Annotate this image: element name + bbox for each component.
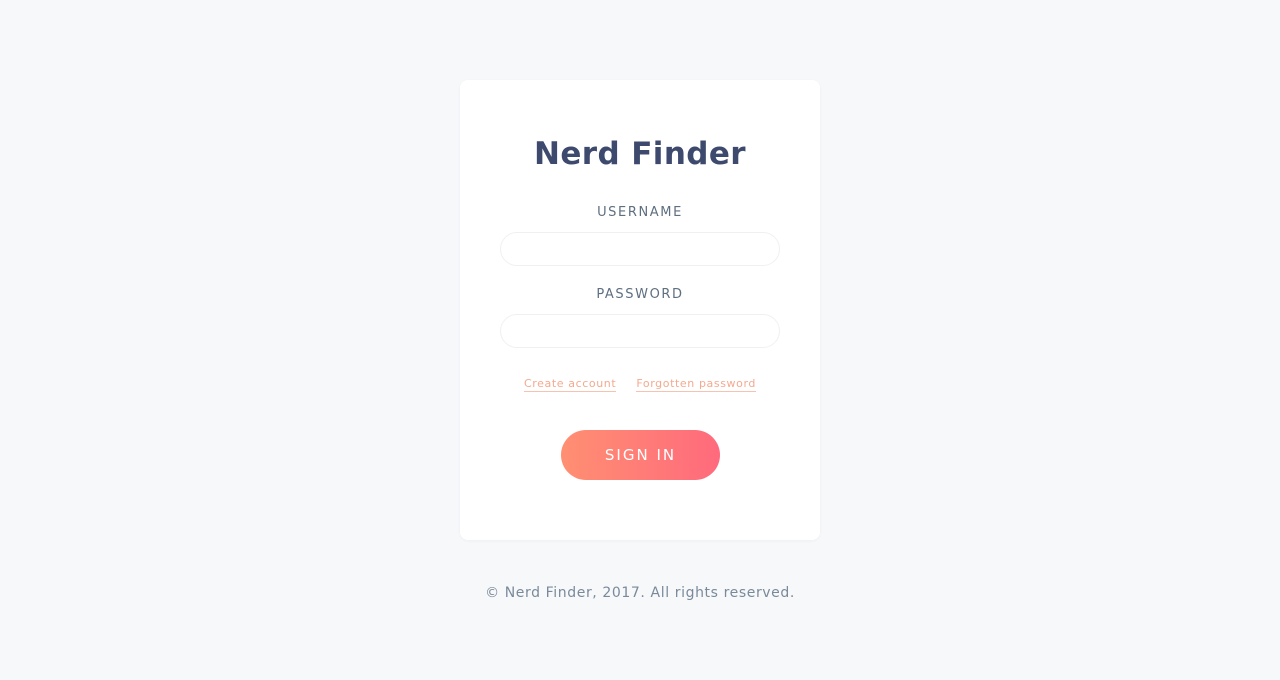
username-input[interactable] <box>500 232 780 266</box>
username-label: USERNAME <box>597 205 683 220</box>
password-input[interactable] <box>500 314 780 348</box>
password-label: PASSWORD <box>596 287 684 302</box>
forgot-password-link[interactable]: Forgotten password <box>636 377 756 392</box>
account-links: Create account Forgotten password <box>0 377 1280 392</box>
copyright-footer: © Nerd Finder, 2017. All rights reserved… <box>485 585 795 601</box>
sign-in-button[interactable]: SIGN IN <box>561 430 720 480</box>
app-title: Nerd Finder <box>533 136 746 172</box>
create-account-link[interactable]: Create account <box>524 377 617 392</box>
